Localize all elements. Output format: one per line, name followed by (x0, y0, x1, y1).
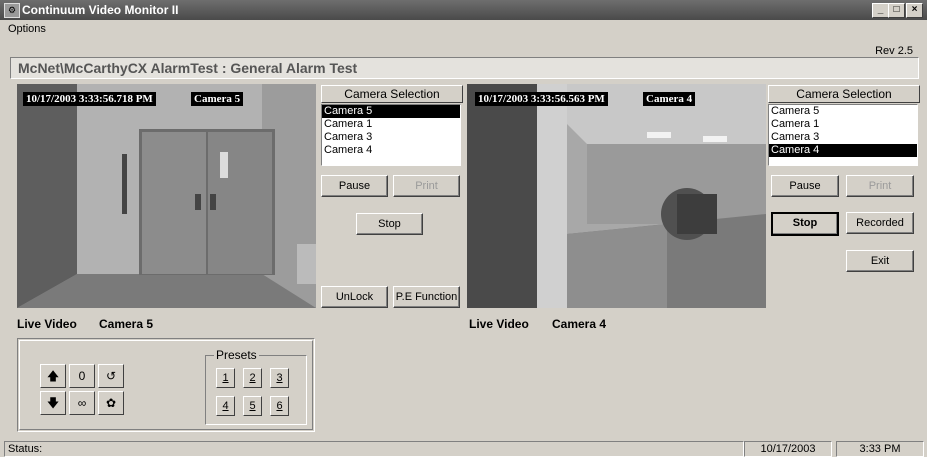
preset-5-button[interactable]: 5 (243, 396, 262, 416)
left-print-button[interactable]: Print (393, 175, 460, 197)
left-pause-button[interactable]: Pause (321, 175, 388, 197)
right-live-video-label: Live Video (469, 317, 529, 331)
preset-6-button[interactable]: 6 (270, 396, 289, 416)
left-camera-item[interactable]: Camera 3 (322, 131, 460, 144)
right-print-button[interactable]: Print (846, 175, 914, 197)
status-field: Status: (4, 441, 744, 457)
preset-2-button[interactable]: 2 (243, 368, 262, 388)
right-video-image (467, 84, 766, 308)
left-timestamp: 10/17/2003 3:33:56.718 PM (23, 92, 156, 106)
status-date: 10/17/2003 (744, 441, 832, 457)
left-unlock-button[interactable]: UnLock (321, 286, 388, 308)
app-icon[interactable]: ⚙ (4, 3, 20, 18)
iris-icon: ✿ (105, 396, 117, 410)
preset-3-button[interactable]: 3 (270, 368, 289, 388)
right-camera-label: Camera 4 (552, 317, 607, 331)
presets-label: Presets (214, 348, 259, 362)
minimize-button[interactable]: _ (872, 3, 889, 18)
right-camera-selection-header: Camera Selection (768, 85, 920, 103)
left-camera-label: Camera 5 (99, 317, 154, 331)
left-video-feed[interactable]: 10/17/2003 3:33:56.718 PM Camera 5 (17, 84, 316, 308)
title-bar: ⚙ Continuum Video Monitor II _ □ × (0, 0, 927, 20)
left-camera-list[interactable]: Camera 5 Camera 1 Camera 3 Camera 4 (321, 104, 461, 166)
left-camera-item[interactable]: Camera 5 (322, 105, 460, 118)
left-camera-item[interactable]: Camera 4 (322, 144, 460, 157)
right-stop-button[interactable]: Stop (771, 212, 839, 236)
left-camera-item[interactable]: Camera 1 (322, 118, 460, 131)
left-stop-button[interactable]: Stop (356, 213, 423, 235)
left-camera-overlay: Camera 5 (191, 92, 244, 106)
ptz-control-panel: 🡅 0 ↺ 🡇 ∞ ✿ Presets 1 2 3 4 5 6 (17, 338, 315, 432)
presets-group: Presets 1 2 3 4 5 6 (205, 348, 307, 425)
status-time: 3:33 PM (836, 441, 924, 457)
alarm-title-bar: McNet\McCarthyCX AlarmTest : General Ala… (10, 57, 919, 79)
left-camera-selection-header: Camera Selection (321, 85, 463, 103)
right-camera-list[interactable]: Camera 5 Camera 1 Camera 3 Camera 4 (768, 104, 918, 166)
tilt-up-button[interactable]: 🡅 (40, 364, 66, 388)
left-video-image (17, 84, 316, 308)
preset-1-button[interactable]: 1 (216, 368, 235, 388)
right-camera-item[interactable]: Camera 1 (769, 118, 917, 131)
right-camera-overlay: Camera 4 (643, 92, 696, 106)
alarm-title: McNet\McCarthyCX AlarmTest : General Ala… (18, 60, 358, 76)
right-camera-item[interactable]: Camera 3 (769, 131, 917, 144)
right-pause-button[interactable]: Pause (771, 175, 839, 197)
close-button[interactable]: × (906, 3, 923, 18)
right-video-feed[interactable]: 10/17/2003 3:33:56.563 PM Camera 4 (467, 84, 766, 308)
right-exit-button[interactable]: Exit (846, 250, 914, 272)
right-camera-item[interactable]: Camera 4 (769, 144, 917, 157)
window-title: Continuum Video Monitor II (22, 3, 179, 17)
rotate-button[interactable]: ↺ (98, 364, 124, 388)
arrow-down-icon: 🡇 (46, 396, 60, 410)
tilt-down-button[interactable]: 🡇 (40, 391, 66, 415)
maximize-button[interactable]: □ (888, 3, 905, 18)
preset-4-button[interactable]: 4 (216, 396, 235, 416)
arrow-up-icon: 🡅 (46, 369, 60, 383)
zoom-zero-button[interactable]: 0 (69, 364, 95, 388)
right-timestamp: 10/17/2003 3:33:56.563 PM (475, 92, 608, 106)
focus-infinity-button[interactable]: ∞ (69, 391, 95, 415)
rotate-icon: ↺ (105, 369, 117, 383)
menu-options[interactable]: Options (8, 23, 46, 35)
right-recorded-button[interactable]: Recorded (846, 212, 914, 234)
right-camera-item[interactable]: Camera 5 (769, 105, 917, 118)
revision-label: Rev 2.5 (875, 45, 913, 57)
left-live-video-label: Live Video (17, 317, 77, 331)
iris-button[interactable]: ✿ (98, 391, 124, 415)
left-pe-function-button[interactable]: P.E Function (393, 286, 460, 308)
